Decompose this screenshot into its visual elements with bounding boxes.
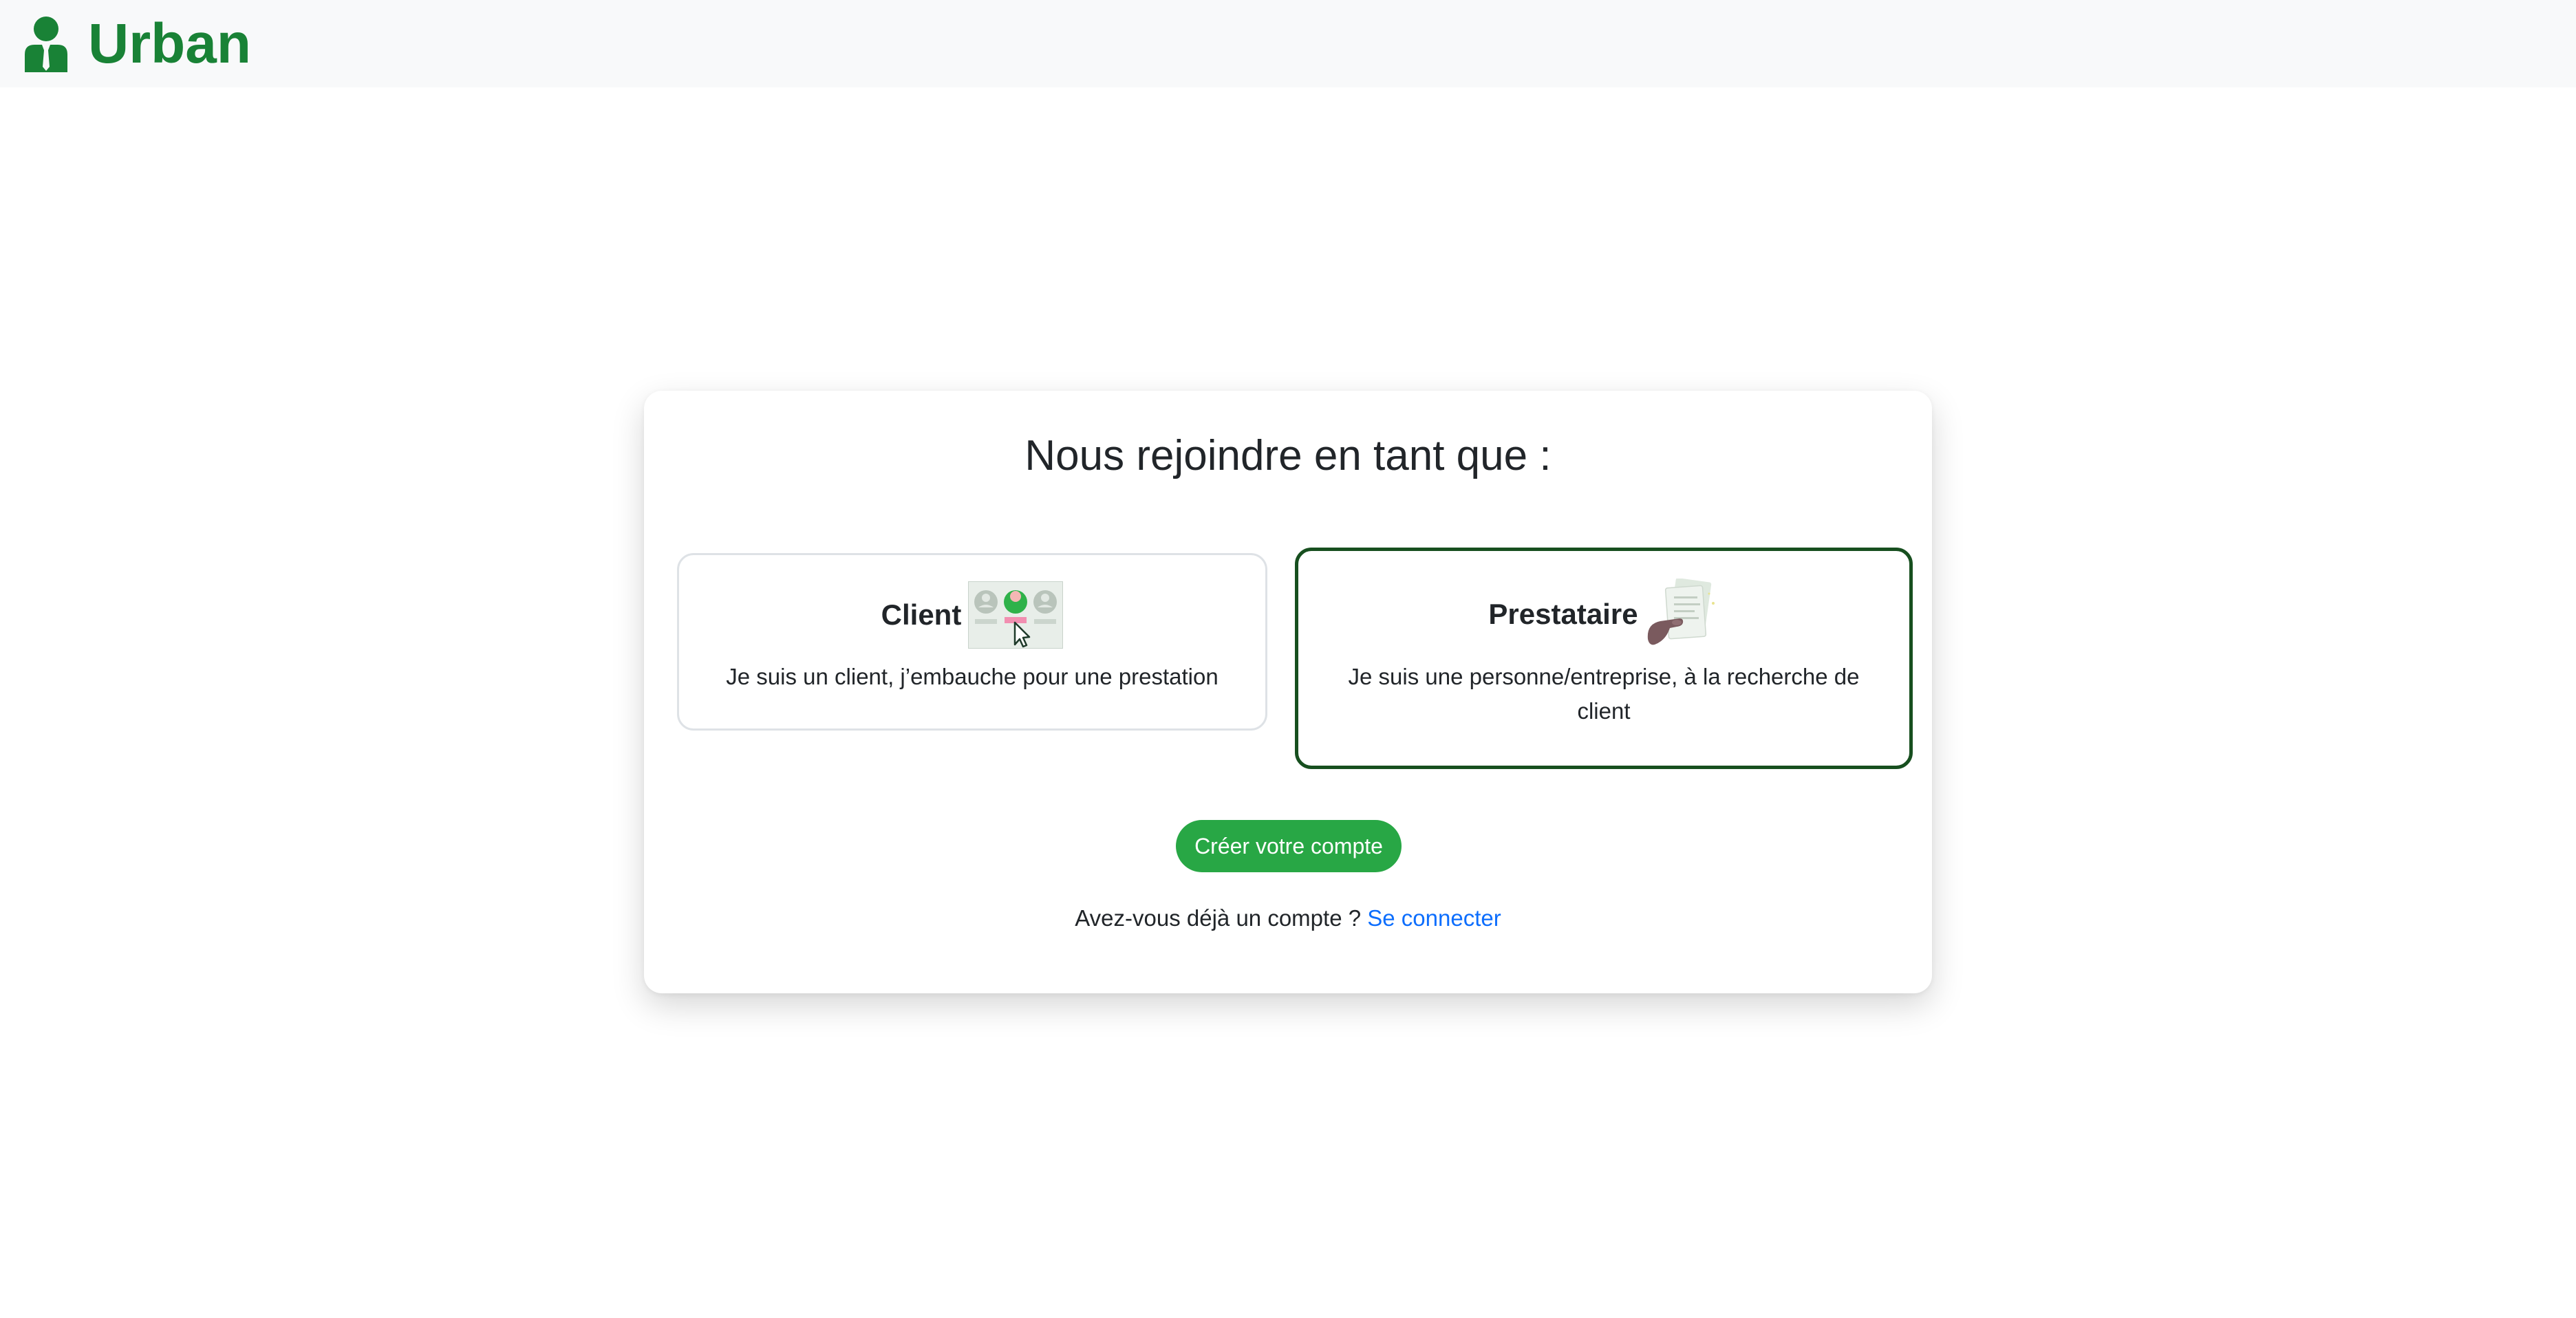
signup-role-card: Nous rejoindre en tant que : Client Je s…	[644, 391, 1932, 993]
user-tie-icon	[25, 16, 67, 72]
login-prompt-text: Avez-vous déjà un compte ?	[1075, 905, 1362, 931]
create-account-button[interactable]: Créer votre compte	[1176, 820, 1402, 872]
brand-name: Urban	[88, 12, 251, 75]
option-client[interactable]: Client Je suis un client, j’embauche pou…	[677, 553, 1267, 731]
option-prestataire[interactable]: Prestataire Je suis une personne/entrepr…	[1295, 548, 1913, 769]
option-client-header: Client	[679, 581, 1265, 649]
option-client-description: Je suis un client, j’embauche pour une p…	[726, 664, 1219, 689]
login-link[interactable]: Se connecter	[1367, 905, 1501, 931]
brand-logo-link[interactable]: Urban	[21, 12, 251, 75]
option-prestataire-title: Prestataire	[1488, 598, 1638, 630]
card-title: Nous rejoindre en tant que :	[1024, 432, 1552, 479]
option-client-title: Client	[881, 598, 962, 631]
option-prestataire-description: Je suis une personne/entreprise, à la re…	[1348, 664, 1860, 724]
navbar: Urban	[0, 0, 2576, 87]
option-prestataire-header: Prestataire	[1298, 579, 1909, 650]
login-prompt-line: Avez-vous déjà un compte ? Se connecter	[644, 905, 1932, 931]
client-selection-illustration-icon	[968, 581, 1064, 649]
provider-documents-illustration-icon	[1647, 579, 1715, 645]
